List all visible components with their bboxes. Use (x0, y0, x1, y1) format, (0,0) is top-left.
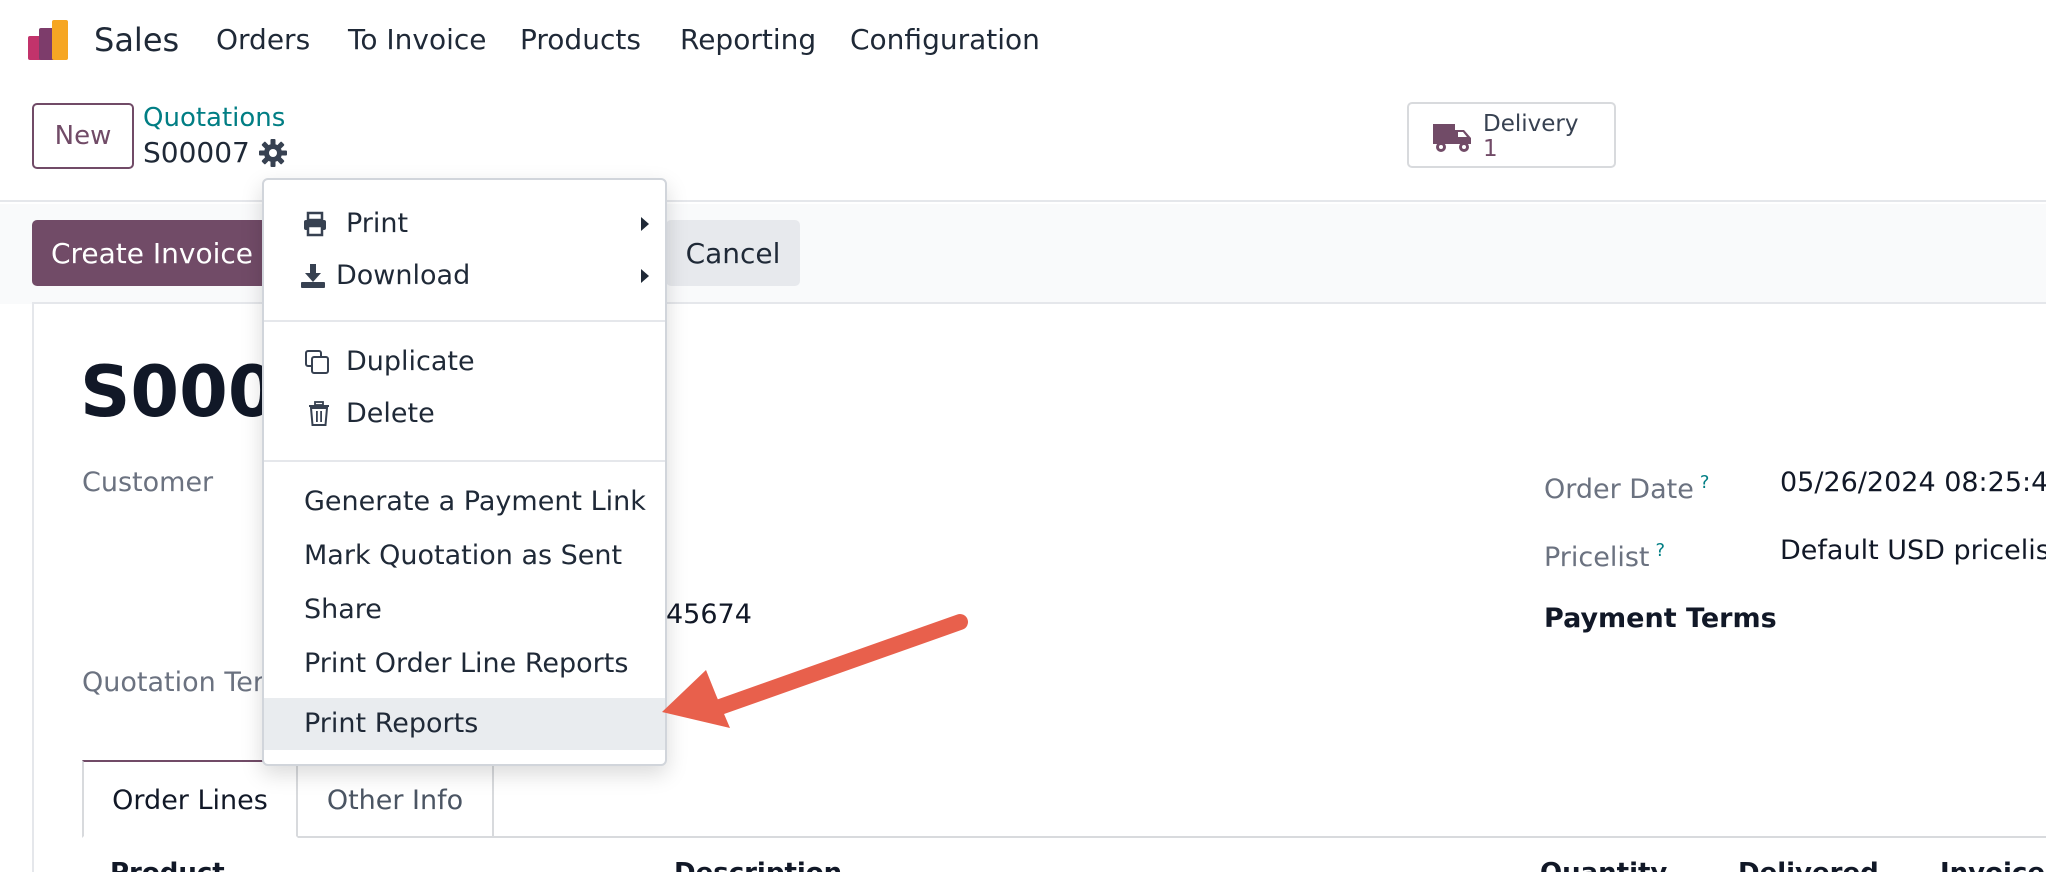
menu-reporting[interactable]: Reporting (680, 18, 816, 62)
breadcrumb-current: S00007 (143, 136, 250, 169)
menu-item-delete[interactable]: Delete (264, 388, 665, 440)
quotation-template-label: Quotation Ter (82, 667, 264, 698)
submenu-caret-icon (641, 269, 649, 283)
col-header-product[interactable]: Product (110, 856, 225, 872)
delivery-count: 1 (1483, 136, 1498, 162)
annotation-arrow-icon (662, 614, 968, 728)
menu-item-mark-sent[interactable]: Mark Quotation as Sent (264, 530, 665, 582)
menu-item-share[interactable]: Share (264, 584, 665, 636)
order-date-value[interactable]: 05/26/2024 08:25:4 (1780, 466, 2046, 500)
menu-to-invoice[interactable]: To Invoice (348, 18, 486, 62)
order-date-help-icon[interactable]: ? (1700, 472, 1710, 493)
gear-actions-dropdown: Print Download Duplicate Delete Generate… (262, 178, 667, 766)
download-icon (301, 264, 325, 288)
tab-order-lines[interactable]: Order Lines (82, 760, 298, 838)
menu-configuration[interactable]: Configuration (850, 18, 1040, 62)
trash-icon (309, 401, 329, 426)
col-header-invoiced[interactable]: Invoiced (1940, 856, 2046, 872)
delivery-label: Delivery (1483, 111, 1579, 137)
menu-products[interactable]: Products (520, 18, 641, 62)
col-header-description[interactable]: Description (674, 856, 842, 872)
gear-icon[interactable] (258, 138, 288, 168)
new-button[interactable]: New (32, 103, 134, 169)
menu-item-print-order-line-reports[interactable]: Print Order Line Reports (264, 638, 665, 690)
cancel-button[interactable]: Cancel (666, 220, 800, 286)
menu-orders[interactable]: Orders (216, 18, 310, 62)
delivery-smart-button[interactable]: Delivery 1 (1407, 102, 1616, 168)
payment-terms-label: Payment Terms (1544, 603, 1777, 634)
menu-separator (264, 460, 665, 462)
customer-label: Customer (82, 467, 214, 498)
pricelist-help-icon[interactable]: ? (1656, 540, 1666, 561)
truck-icon (1433, 124, 1471, 152)
menu-item-duplicate[interactable]: Duplicate (264, 336, 665, 388)
menu-item-generate-payment-link[interactable]: Generate a Payment Link (264, 476, 665, 528)
printer-icon (304, 211, 326, 237)
sales-app-logo-icon[interactable] (28, 18, 76, 62)
order-date-label: Order Date? (1544, 472, 1710, 505)
menu-item-download[interactable]: Download (264, 250, 665, 302)
col-header-delivered[interactable]: Delivered (1738, 856, 1879, 872)
menu-separator (264, 320, 665, 322)
breadcrumb-quotations[interactable]: Quotations (143, 101, 285, 135)
duplicate-icon (305, 350, 329, 374)
pricelist-label: Pricelist? (1544, 540, 1666, 573)
col-header-quantity[interactable]: Quantity (1540, 856, 1667, 872)
app-name[interactable]: Sales (94, 18, 179, 62)
menu-item-print-reports[interactable]: Print Reports (264, 698, 665, 750)
submenu-caret-icon (641, 217, 649, 231)
tab-other-info[interactable]: Other Info (298, 760, 494, 838)
pricelist-value[interactable]: Default USD pricelist (1780, 534, 2046, 568)
menu-item-print[interactable]: Print (264, 198, 665, 250)
create-invoice-button[interactable]: Create Invoice (32, 220, 272, 286)
